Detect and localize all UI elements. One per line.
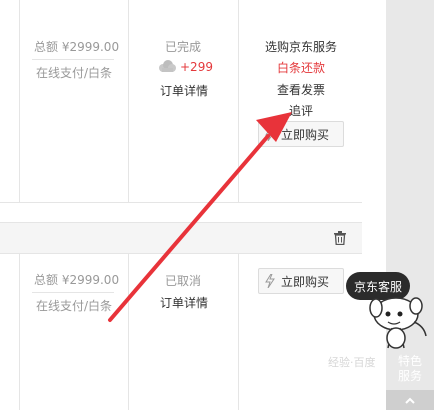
joy-dog-mascot-icon[interactable] bbox=[366, 292, 432, 355]
